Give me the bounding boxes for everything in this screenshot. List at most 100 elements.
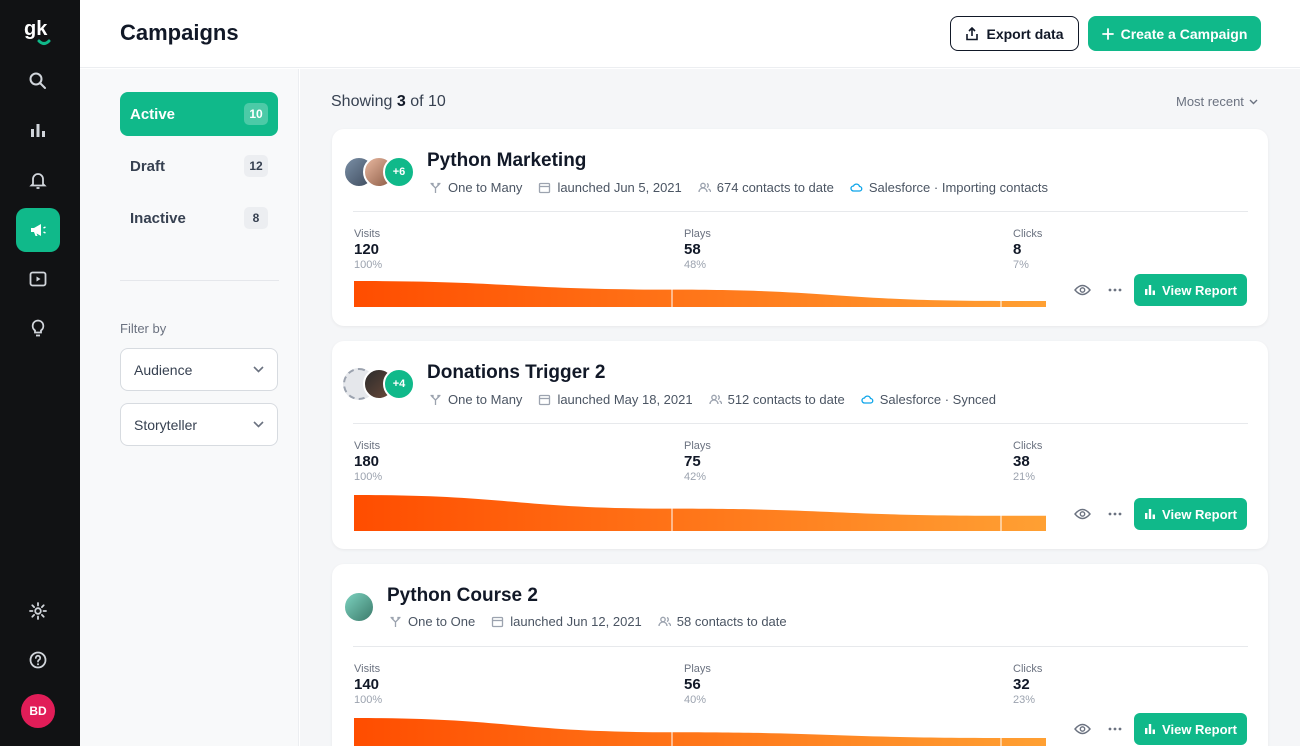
nav-analytics[interactable] xyxy=(16,108,60,152)
status-label: Active xyxy=(130,105,176,123)
chevron-down-icon xyxy=(253,421,264,428)
sort-value: Most recent xyxy=(1176,94,1244,109)
funnel-area xyxy=(354,718,1046,746)
status-inactive[interactable]: Inactive 8 xyxy=(120,196,278,240)
nav-videos[interactable] xyxy=(16,257,60,301)
stat-visits: Visits 180 100% xyxy=(354,440,382,483)
split-icon xyxy=(390,616,401,627)
export-data-label: Export data xyxy=(986,25,1064,42)
nav-search[interactable] xyxy=(16,59,60,103)
funnel-chart xyxy=(354,495,1046,531)
bar-chart-icon xyxy=(1145,509,1156,519)
eye-icon xyxy=(1073,284,1091,296)
split-icon xyxy=(430,394,441,405)
stat-value: 120 xyxy=(354,241,380,258)
storyteller-avatars: +6 xyxy=(343,156,415,188)
more-avatars-badge: +4 xyxy=(383,368,415,400)
funnel-area xyxy=(354,495,1046,531)
more-icon xyxy=(1108,288,1122,292)
user-avatar[interactable]: BD xyxy=(21,694,55,728)
more-options-button[interactable] xyxy=(1104,718,1126,740)
stat-plays: Plays 58 48% xyxy=(684,228,711,271)
filter-label: Filter by xyxy=(120,321,167,336)
create-campaign-button[interactable]: Create a Campaign xyxy=(1088,16,1261,51)
campaign-contacts: 512 contacts to date xyxy=(727,392,845,407)
status-label: Inactive xyxy=(130,209,186,227)
nav-settings[interactable] xyxy=(16,589,60,633)
upload-icon xyxy=(966,26,979,40)
stat-value: 75 xyxy=(684,453,701,470)
card-divider xyxy=(353,211,1248,212)
bar-chart-icon xyxy=(1145,285,1156,295)
stat-visits: Visits 120 100% xyxy=(354,228,382,271)
more-options-button[interactable] xyxy=(1104,503,1126,525)
gear-icon xyxy=(29,602,47,620)
campaign-launched: launched Jun 5, 2021 xyxy=(557,180,682,195)
more-icon xyxy=(1108,512,1122,516)
nav-notifications[interactable] xyxy=(16,158,60,202)
stat-plays: Plays 75 42% xyxy=(684,440,711,483)
view-report-label: View Report xyxy=(1162,721,1237,737)
campaign-card[interactable]: +4 Donations Trigger 2 One to Many launc… xyxy=(332,341,1268,549)
stat-label: Plays xyxy=(684,663,711,675)
create-campaign-label: Create a Campaign xyxy=(1120,25,1248,42)
campaign-meta: One to One launched Jun 12, 2021 58 cont… xyxy=(389,614,787,629)
logo-icon[interactable]: gk xyxy=(22,14,56,48)
campaign-contacts: 674 contacts to date xyxy=(716,180,834,195)
stat-clicks: Clicks 38 21% xyxy=(1013,440,1042,483)
audience-select-value: Audience xyxy=(134,361,193,378)
stat-percent: 23% xyxy=(1013,694,1036,706)
bell-icon xyxy=(29,173,47,189)
campaign-title[interactable]: Python Marketing xyxy=(427,150,586,172)
lightbulb-icon xyxy=(31,319,45,337)
nav-ideas[interactable] xyxy=(16,306,60,350)
salesforce-cloud-icon xyxy=(861,395,874,404)
nav-campaigns[interactable] xyxy=(16,208,60,252)
status-panel: Active 10 Draft 12 Inactive 8 Filter by … xyxy=(80,69,299,746)
contacts-icon xyxy=(698,182,711,193)
campaign-title[interactable]: Donations Trigger 2 xyxy=(427,362,605,384)
megaphone-icon xyxy=(31,224,46,236)
status-draft[interactable]: Draft 12 xyxy=(120,144,278,188)
view-report-button[interactable]: View Report xyxy=(1134,274,1247,306)
stat-label: Clicks xyxy=(1013,663,1043,675)
stat-percent: 7% xyxy=(1013,259,1029,271)
stat-value: 38 xyxy=(1013,453,1030,470)
stat-label: Clicks xyxy=(1013,228,1043,240)
stat-percent: 100% xyxy=(354,471,383,483)
view-report-button[interactable]: View Report xyxy=(1134,713,1247,745)
export-data-button[interactable]: Export data xyxy=(950,16,1079,51)
chevron-down-icon xyxy=(253,366,264,373)
stat-plays: Plays 56 40% xyxy=(684,663,711,706)
card-divider xyxy=(353,646,1248,647)
view-report-button[interactable]: View Report xyxy=(1134,498,1247,530)
campaign-title[interactable]: Python Course 2 xyxy=(387,585,538,607)
campaign-card[interactable]: Python Course 2 One to One launched Jun … xyxy=(332,564,1268,746)
storyteller-avatars: +4 xyxy=(343,368,415,400)
status-count: 10 xyxy=(244,103,268,125)
stat-value: 8 xyxy=(1013,241,1022,258)
nav-help[interactable] xyxy=(16,638,60,682)
stat-visits: Visits 140 100% xyxy=(354,663,382,706)
preview-button[interactable] xyxy=(1071,718,1093,740)
sort-dropdown[interactable]: Most recent xyxy=(1176,94,1258,109)
funnel-area xyxy=(354,281,1046,307)
chevron-down-icon xyxy=(1249,99,1258,104)
audience-select[interactable]: Audience xyxy=(120,348,278,391)
preview-button[interactable] xyxy=(1071,503,1093,525)
status-active[interactable]: Active 10 xyxy=(120,92,278,136)
split-icon xyxy=(430,182,441,193)
storyteller-select[interactable]: Storyteller xyxy=(120,403,278,446)
eye-icon xyxy=(1073,508,1091,520)
more-options-button[interactable] xyxy=(1104,279,1126,301)
stat-percent: 40% xyxy=(684,694,707,706)
campaign-type: One to One xyxy=(408,614,476,629)
stat-value: 180 xyxy=(354,453,380,470)
stat-percent: 21% xyxy=(1013,471,1036,483)
campaign-type: One to Many xyxy=(448,392,523,407)
funnel-chart xyxy=(354,718,1046,746)
stat-clicks: Clicks 8 7% xyxy=(1013,228,1042,271)
calendar-icon xyxy=(492,616,504,628)
campaign-card[interactable]: +6 Python Marketing One to Many launched… xyxy=(332,129,1268,326)
preview-button[interactable] xyxy=(1071,279,1093,301)
